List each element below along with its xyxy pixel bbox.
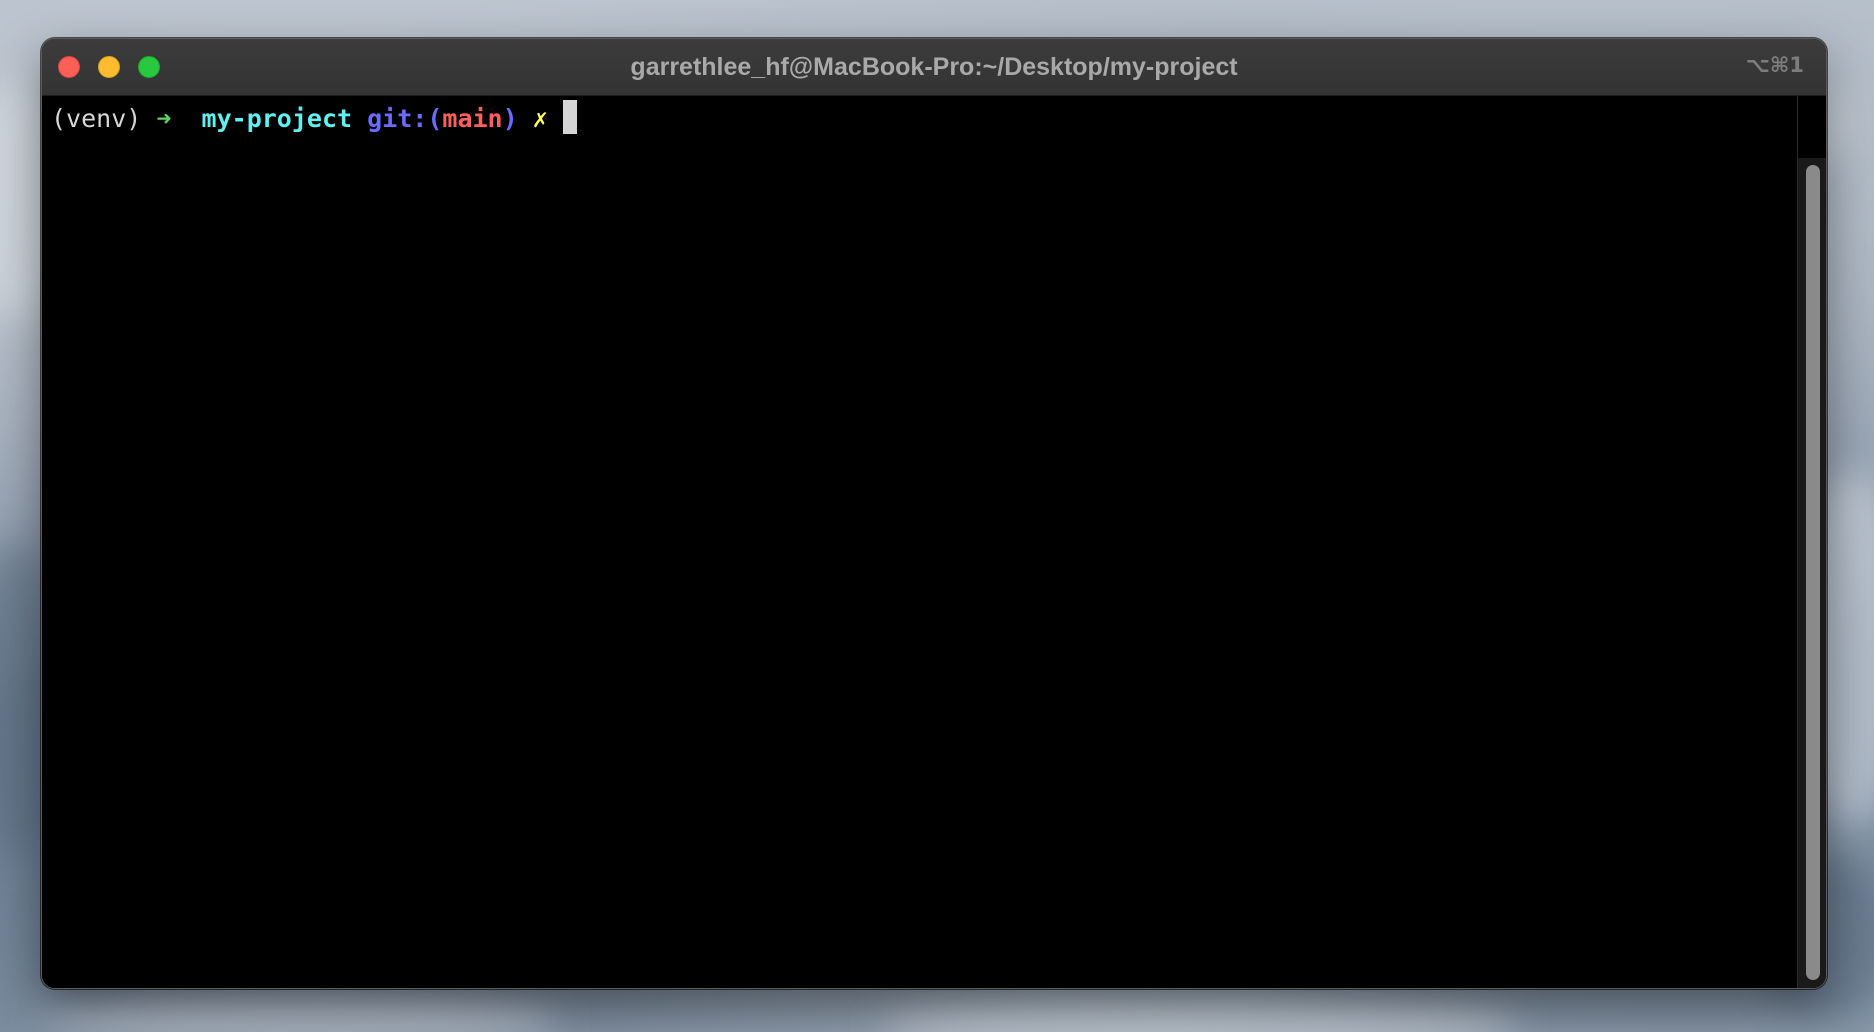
text-cursor[interactable] <box>562 100 577 134</box>
prompt-dirty-marker: ✗ <box>532 104 548 133</box>
prompt-git-close-paren: ) <box>502 104 518 133</box>
prompt-directory: my-project <box>201 104 353 133</box>
prompt-git-open-paren: ( <box>427 104 443 133</box>
scrollbar-top-gap <box>1798 96 1826 158</box>
scrollbar-track[interactable] <box>1797 96 1826 988</box>
prompt-git-label: git: <box>367 104 428 133</box>
terminal-output-area[interactable] <box>42 96 1798 988</box>
prompt-arrow-icon: ➜ <box>156 104 172 133</box>
title-bar[interactable]: garrethlee_hf@MacBook-Pro:~/Desktop/my-p… <box>42 39 1826 96</box>
prompt-venv: (venv) <box>51 104 142 133</box>
prompt-branch: main <box>442 104 503 133</box>
terminal-window: garrethlee_hf@MacBook-Pro:~/Desktop/my-p… <box>41 38 1827 989</box>
shell-prompt: (venv) ➜ my-project git:(main) ✗ <box>51 100 577 137</box>
window-shortcut-label: ⌥⌘1 <box>1745 53 1804 77</box>
scrollbar-thumb[interactable] <box>1806 165 1820 980</box>
window-title: garrethlee_hf@MacBook-Pro:~/Desktop/my-p… <box>630 53 1238 81</box>
